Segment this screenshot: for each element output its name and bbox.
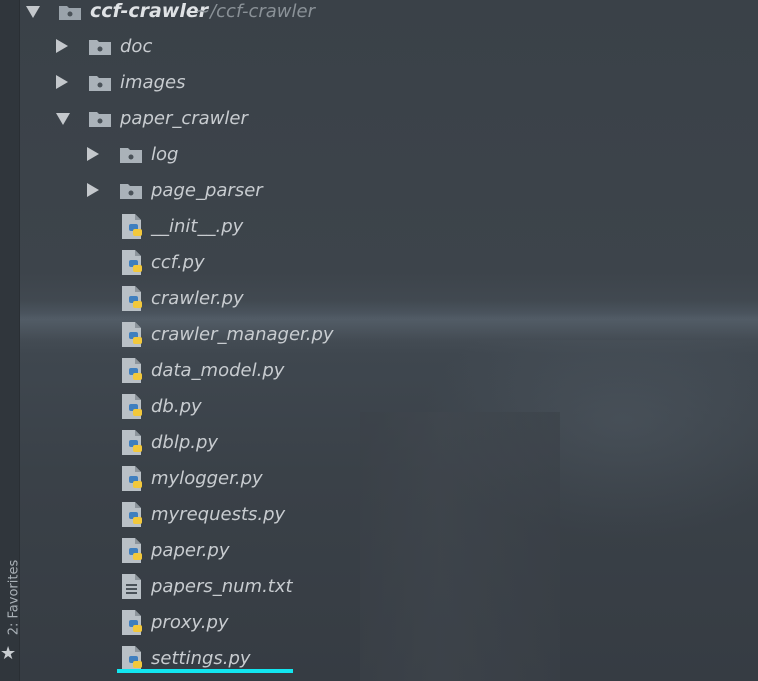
python-file-icon — [120, 609, 146, 637]
python-file-icon — [120, 213, 146, 241]
tree-file-row[interactable]: papers_num.txt — [20, 569, 720, 605]
chevron-right-icon[interactable] — [56, 39, 68, 53]
python-file-icon — [120, 537, 146, 565]
folder-icon — [88, 38, 112, 56]
chevron-down-icon[interactable] — [26, 6, 40, 18]
file-label: papers_num.txt — [151, 576, 293, 597]
text-file-icon — [120, 573, 146, 601]
tree-file-row[interactable]: paper.py — [20, 533, 720, 569]
chevron-right-icon[interactable] — [56, 75, 68, 89]
file-label: ccf.py — [151, 252, 205, 273]
tree-file-row[interactable]: db.py — [20, 389, 720, 425]
tree-node-images[interactable]: images — [20, 65, 720, 101]
tree-node-doc[interactable]: doc — [20, 29, 720, 65]
python-file-icon — [120, 357, 146, 385]
python-file-icon — [120, 249, 146, 277]
star-icon[interactable]: ★ — [0, 645, 16, 663]
tree-file-row[interactable]: myrequests.py — [20, 497, 720, 533]
favorites-tab-label[interactable]: 2: Favorites — [6, 560, 21, 636]
tree-file-row[interactable]: data_model.py — [20, 353, 720, 389]
tree-node-page-parser[interactable]: page_parser — [20, 173, 720, 209]
python-file-icon — [120, 429, 146, 457]
python-file-icon — [120, 393, 146, 421]
python-file-icon — [120, 285, 146, 313]
file-label: dblp.py — [151, 432, 219, 453]
tree-file-row[interactable]: dblp.py — [20, 425, 720, 461]
file-label: proxy.py — [151, 612, 229, 633]
selection-highlight-underline — [117, 669, 293, 673]
file-label: __init__.py — [151, 216, 244, 237]
python-file-icon — [120, 321, 146, 349]
tree-file-row[interactable]: crawler_manager.py — [20, 317, 720, 353]
file-label: settings.py — [151, 648, 251, 669]
project-path: ~/ccf-crawler — [195, 1, 315, 22]
file-label: crawler.py — [151, 288, 244, 309]
tree-file-row[interactable]: crawler.py — [20, 281, 720, 317]
chevron-down-icon[interactable] — [56, 113, 70, 125]
tree-file-row[interactable]: ccf.py — [20, 245, 720, 281]
tree-node-root[interactable]: ccf-crawler ~/ccf-crawler — [20, 0, 720, 30]
python-file-icon — [120, 465, 146, 493]
tree-node-log[interactable]: log — [20, 137, 720, 173]
file-label: db.py — [151, 396, 202, 417]
left-tool-strip: 2: Favorites ★ — [0, 0, 21, 681]
folder-label-doc: doc — [120, 36, 153, 57]
python-file-icon — [120, 501, 146, 529]
tree-file-row[interactable]: proxy.py — [20, 605, 720, 641]
project-tool-window: 2: Favorites ★ ccf-crawler ~/ccf-crawler… — [0, 0, 758, 681]
file-label: paper.py — [151, 540, 230, 561]
tree-node-paper-crawler[interactable]: paper_crawler — [20, 101, 720, 137]
tree-file-row[interactable]: __init__.py — [20, 209, 720, 245]
folder-label-page-parser: page_parser — [151, 180, 263, 201]
chevron-right-icon[interactable] — [87, 183, 99, 197]
file-label: mylogger.py — [151, 468, 263, 489]
tree-file-row[interactable]: mylogger.py — [20, 461, 720, 497]
file-label: data_model.py — [151, 360, 285, 381]
project-name: ccf-crawler — [90, 0, 209, 22]
chevron-right-icon[interactable] — [87, 147, 99, 161]
folder-icon — [88, 110, 112, 128]
folder-icon — [58, 3, 82, 21]
project-tree: ccf-crawler ~/ccf-crawler doc images pap… — [20, 0, 758, 681]
file-label: myrequests.py — [151, 504, 286, 525]
folder-label-log: log — [151, 144, 179, 165]
folder-label-paper-crawler: paper_crawler — [120, 108, 248, 129]
file-label: crawler_manager.py — [151, 324, 334, 345]
folder-icon — [119, 146, 143, 164]
folder-icon — [119, 182, 143, 200]
folder-icon — [88, 74, 112, 92]
folder-label-images: images — [120, 72, 186, 93]
